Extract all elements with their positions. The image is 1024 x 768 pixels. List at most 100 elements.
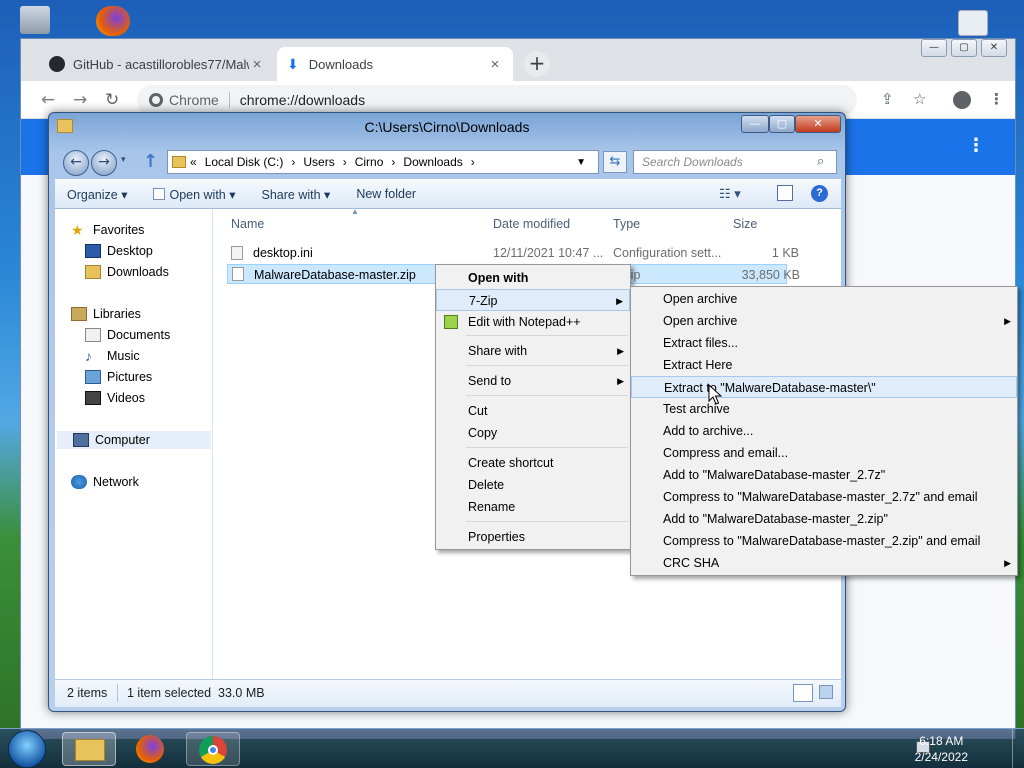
close-icon[interactable]: × bbox=[487, 56, 503, 73]
menu-item-add-to-7z[interactable]: Add to "MalwareDatabase-master_2.7z" bbox=[631, 464, 1017, 486]
menu-item-create-shortcut[interactable]: Create shortcut bbox=[436, 452, 630, 474]
organize-button[interactable]: Organize ▾ bbox=[67, 187, 127, 202]
breadcrumb-local-disk[interactable]: Local Disk (C:) bbox=[205, 155, 284, 169]
nav-favorites[interactable]: ★ Favorites bbox=[71, 221, 144, 239]
maximize-button[interactable]: ▢ bbox=[769, 115, 795, 133]
close-button[interactable]: ✕ bbox=[795, 115, 841, 133]
minimize-button[interactable]: — bbox=[741, 115, 769, 133]
menu-item-open-archive-sub[interactable]: Open archive ▶ bbox=[631, 310, 1017, 332]
breadcrumb-users[interactable]: Users bbox=[303, 155, 334, 169]
menu-item-compress-zip-email[interactable]: Compress to "MalwareDatabase-master_2.zi… bbox=[631, 530, 1017, 552]
history-dropdown-icon[interactable]: ▾ bbox=[121, 155, 126, 165]
taskbar-chrome-icon[interactable] bbox=[186, 732, 240, 766]
nav-libraries[interactable]: Libraries bbox=[71, 305, 141, 323]
new-tab-button[interactable]: + bbox=[524, 51, 550, 77]
preview-pane-icon[interactable] bbox=[777, 185, 793, 201]
nav-downloads[interactable]: Downloads bbox=[85, 263, 169, 281]
taskbar-explorer-icon[interactable] bbox=[62, 732, 116, 766]
new-folder-button[interactable]: New folder bbox=[356, 187, 416, 201]
menu-item-add-to-zip[interactable]: Add to "MalwareDatabase-master_2.zip" bbox=[631, 508, 1017, 530]
nav-videos-label: Videos bbox=[107, 391, 145, 405]
tab-strip: GitHub - acastillorobles77/Malw × ⬇ Down… bbox=[21, 39, 1015, 81]
menu-item-7zip-label: 7-Zip bbox=[469, 294, 498, 308]
menu-item-test-archive[interactable]: Test archive bbox=[631, 398, 1017, 420]
menu-item-extract-files[interactable]: Extract files... bbox=[631, 332, 1017, 354]
menu-item-add-to-archive[interactable]: Add to archive... bbox=[631, 420, 1017, 442]
menu-item-delete[interactable]: Delete bbox=[436, 474, 630, 496]
menu-item-extract-here[interactable]: Extract Here bbox=[631, 354, 1017, 376]
menu-item-7zip[interactable]: 7-Zip ▶ bbox=[436, 289, 630, 311]
breadcrumb[interactable]: « Local Disk (C:) › Users › Cirno › Down… bbox=[167, 150, 599, 174]
breadcrumb-downloads[interactable]: Downloads bbox=[403, 155, 462, 169]
forward-button[interactable]: → bbox=[91, 150, 117, 176]
chevron-down-icon[interactable]: ▼ bbox=[576, 157, 586, 168]
breadcrumb-separator[interactable]: › bbox=[471, 155, 475, 169]
back-button[interactable]: ← bbox=[63, 150, 89, 176]
close-icon[interactable]: × bbox=[249, 56, 265, 73]
bookmark-star-icon[interactable]: ☆ bbox=[913, 90, 926, 108]
nav-computer[interactable]: Computer bbox=[57, 431, 211, 449]
nav-documents-label: Documents bbox=[107, 328, 171, 342]
nav-network[interactable]: Network bbox=[71, 473, 139, 491]
share-with-button[interactable]: Share with ▾ bbox=[262, 187, 331, 202]
taskbar-firefox-icon[interactable] bbox=[124, 732, 178, 766]
search-icon[interactable]: ⌕ bbox=[817, 154, 824, 169]
nav-videos[interactable]: Videos bbox=[85, 389, 145, 407]
profile-avatar-icon[interactable] bbox=[953, 91, 971, 109]
breadcrumb-cirno[interactable]: Cirno bbox=[355, 155, 384, 169]
menu-item-compress-7z-email[interactable]: Compress to "MalwareDatabase-master_2.7z… bbox=[631, 486, 1017, 508]
tab-downloads[interactable]: ⬇ Downloads × bbox=[277, 47, 513, 81]
nav-pictures[interactable]: Pictures bbox=[85, 368, 152, 386]
maximize-button[interactable]: ▢ bbox=[951, 39, 977, 57]
open-with-label: Open with ▾ bbox=[169, 187, 236, 202]
breadcrumb-overflow[interactable]: « bbox=[190, 155, 197, 169]
breadcrumb-separator[interactable]: › bbox=[291, 155, 295, 169]
column-size[interactable]: Size bbox=[733, 217, 757, 231]
forward-icon[interactable]: → bbox=[73, 90, 87, 110]
menu-item-properties[interactable]: Properties bbox=[436, 526, 630, 548]
menu-item-edit-notepad[interactable]: Edit with Notepad++ bbox=[436, 311, 630, 333]
column-date-modified[interactable]: Date modified bbox=[493, 217, 570, 231]
table-row[interactable]: desktop.ini 12/11/2021 10:47 ... Configu… bbox=[227, 243, 799, 263]
recycle-bin-icon[interactable] bbox=[20, 6, 50, 34]
menu-item-share-with[interactable]: Share with ▶ bbox=[436, 340, 630, 362]
menu-item-send-to[interactable]: Send to ▶ bbox=[436, 370, 630, 392]
minimize-button[interactable]: — bbox=[921, 39, 947, 57]
reload-icon[interactable]: ↻ bbox=[105, 90, 119, 110]
large-icons-view-icon[interactable] bbox=[819, 685, 833, 699]
clock[interactable]: 6:18 AM 2/24/2022 bbox=[915, 733, 968, 765]
close-button[interactable]: ✕ bbox=[981, 39, 1007, 57]
menu-item-compress-email[interactable]: Compress and email... bbox=[631, 442, 1017, 464]
up-arrow-icon[interactable]: ↑ bbox=[143, 151, 158, 172]
menu-item-open-archive[interactable]: Open archive bbox=[631, 288, 1017, 310]
column-name[interactable]: Name bbox=[231, 217, 264, 231]
menu-item-open-with[interactable]: Open with bbox=[436, 267, 630, 289]
nav-desktop[interactable]: Desktop bbox=[85, 242, 153, 260]
menu-item-copy[interactable]: Copy bbox=[436, 422, 630, 444]
menu-item-crc-sha[interactable]: CRC SHA ▶ bbox=[631, 552, 1017, 574]
back-icon[interactable]: ← bbox=[41, 90, 55, 110]
tab-github[interactable]: GitHub - acastillorobles77/Malw × bbox=[39, 47, 275, 81]
menu-kebab-icon[interactable]: ⋮ bbox=[989, 90, 1004, 108]
column-type[interactable]: Type bbox=[613, 217, 640, 231]
menu-item-cut[interactable]: Cut bbox=[436, 400, 630, 422]
nav-music[interactable]: ♪ Music bbox=[85, 347, 140, 365]
firefox-desktop-icon[interactable] bbox=[96, 6, 130, 36]
details-view-icon[interactable] bbox=[793, 684, 813, 702]
refresh-icon[interactable]: ⇆ bbox=[603, 151, 627, 173]
share-icon[interactable]: ⇪ bbox=[881, 90, 894, 108]
menu-item-extract-to-folder[interactable]: Extract to "MalwareDatabase-master\" bbox=[631, 376, 1017, 398]
address-bar[interactable]: Chrome chrome://downloads bbox=[137, 85, 857, 115]
show-desktop-button[interactable] bbox=[1012, 729, 1024, 768]
view-options-icon[interactable]: ☷ ▾ bbox=[719, 186, 741, 202]
breadcrumb-separator[interactable]: › bbox=[343, 155, 347, 169]
help-icon[interactable]: ? bbox=[811, 185, 828, 202]
open-with-button[interactable]: Open with ▾ bbox=[153, 187, 236, 202]
start-button[interactable] bbox=[8, 730, 46, 768]
downloads-menu-icon[interactable]: ⋮ bbox=[967, 135, 985, 156]
menu-item-rename[interactable]: Rename bbox=[436, 496, 630, 518]
desktop-shortcut-icon[interactable] bbox=[958, 10, 988, 36]
nav-documents[interactable]: Documents bbox=[85, 326, 170, 344]
search-input[interactable]: Search Downloads bbox=[633, 150, 837, 174]
breadcrumb-separator[interactable]: › bbox=[391, 155, 395, 169]
